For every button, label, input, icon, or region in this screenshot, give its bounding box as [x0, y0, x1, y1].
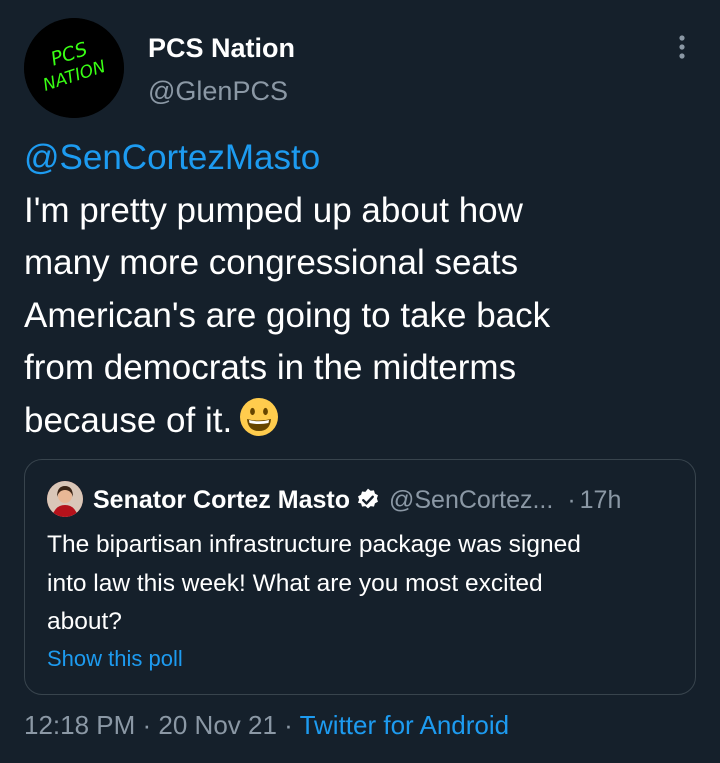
- quote-author-avatar[interactable]: [47, 481, 83, 517]
- tweet-line: I'm pretty pumped up about how: [24, 190, 523, 230]
- quote-author-name[interactable]: Senator Cortez Masto: [93, 483, 350, 517]
- pcs-nation-logo: PCS NATION: [24, 18, 124, 118]
- tweet-metadata: 12:18 PM · 20 Nov 21 · Twitter for Andro…: [24, 708, 509, 742]
- show-poll-link[interactable]: Show this poll: [47, 644, 183, 674]
- person-avatar-icon: [47, 481, 83, 517]
- author-name[interactable]: PCS Nation: [148, 31, 295, 65]
- tweet-line: because of it.: [24, 400, 233, 440]
- verified-badge-icon: [355, 487, 381, 513]
- quote-line: The bipartisan infrastructure package wa…: [47, 531, 581, 558]
- tweet-source-link[interactable]: Twitter for Android: [300, 710, 510, 740]
- more-vertical-icon: [679, 35, 685, 59]
- quote-separator: ·: [567, 486, 576, 514]
- quote-timestamp[interactable]: 17h: [580, 483, 622, 517]
- quote-line: into law this week! What are you most ex…: [47, 569, 543, 597]
- quoted-tweet-card[interactable]: Senator Cortez Masto @SenCortez... · 17h…: [24, 459, 696, 695]
- author-handle[interactable]: @GlenPCS: [148, 74, 288, 108]
- author-avatar[interactable]: PCS NATION: [24, 18, 124, 118]
- quote-text: The bipartisan infrastructure package wa…: [47, 526, 677, 642]
- grinning-face-emoji-icon: [238, 396, 280, 454]
- tweet-line: American's are going to take back: [24, 295, 551, 335]
- tweet-line: from democrats in the midterms: [24, 348, 517, 388]
- tweet-line: many more congressional seats: [24, 243, 519, 283]
- tweet-time[interactable]: 12:18 PM: [24, 710, 135, 740]
- more-options-button[interactable]: [662, 30, 702, 64]
- tweet-text: @SenCortezMasto I'm pretty pumped up abo…: [24, 132, 704, 454]
- tweet-date[interactable]: 20 Nov 21: [158, 710, 277, 740]
- mention-link[interactable]: @SenCortezMasto: [24, 138, 320, 177]
- quote-header: Senator Cortez Masto @SenCortez... · 17h: [93, 483, 621, 517]
- quote-author-handle[interactable]: @SenCortez...: [389, 483, 553, 517]
- meta-separator: ·: [135, 710, 159, 740]
- meta-separator: ·: [276, 710, 300, 740]
- quote-line: about?: [47, 608, 122, 635]
